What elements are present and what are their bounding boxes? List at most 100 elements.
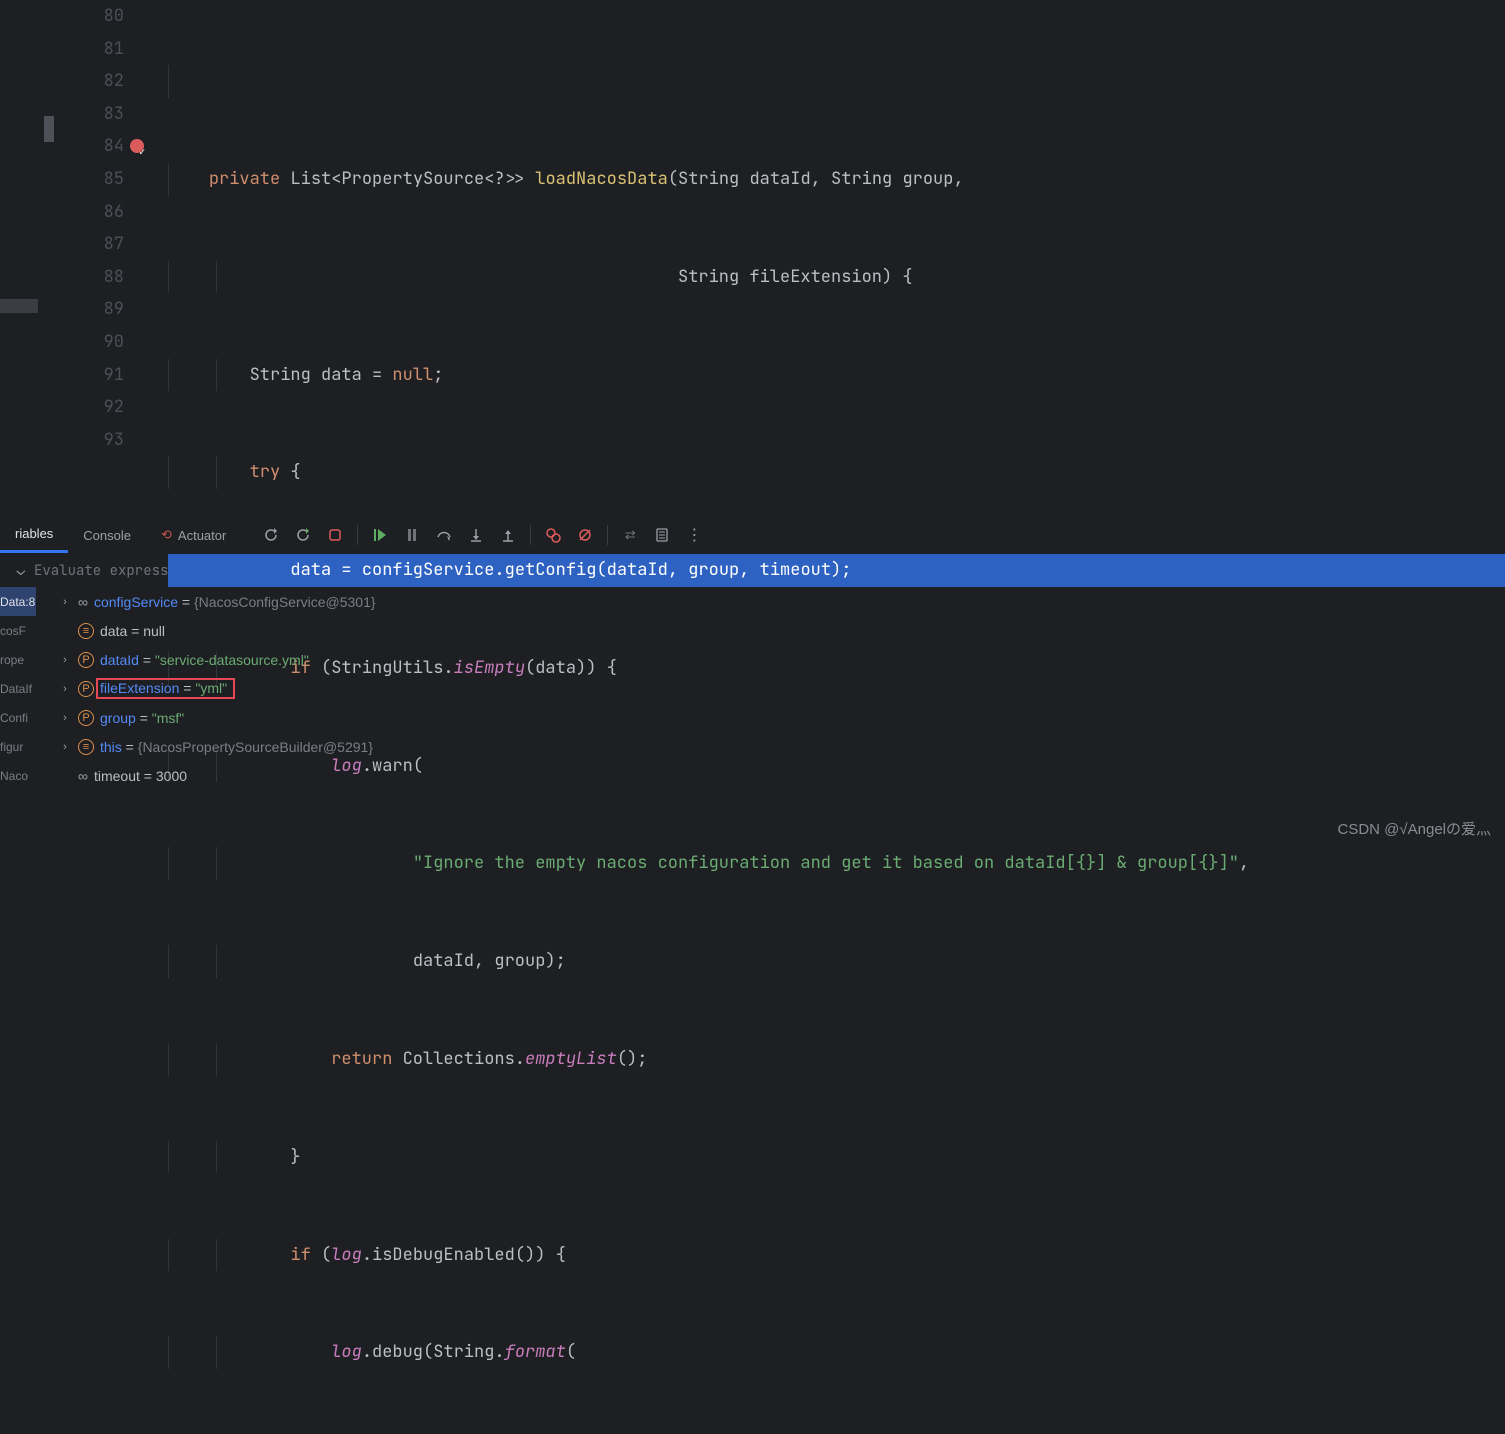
variable-row[interactable]: › ≡ this = {NacosPropertySourceBuilder@529… bbox=[50, 732, 1505, 761]
field-icon: ≡ bbox=[78, 739, 94, 755]
variable-name: data bbox=[100, 623, 127, 639]
parameter-icon: P bbox=[78, 710, 94, 726]
separator bbox=[530, 525, 531, 545]
code-editor[interactable]: 80 81 82 83 84 85 86 87 88 89 90 91 92 9… bbox=[0, 0, 1505, 456]
code-line: if (log.isDebugEnabled()) { bbox=[168, 1239, 1505, 1272]
code-area[interactable]: private List<PropertySource<?>> loadNaco… bbox=[168, 0, 1505, 456]
calculator-button[interactable] bbox=[649, 522, 675, 548]
variable-row[interactable]: › PdataId = "service-datasource.yml" bbox=[50, 645, 1505, 674]
line-number: 82 bbox=[56, 65, 124, 98]
chevron-down-icon[interactable]: ⌄ bbox=[8, 562, 34, 580]
code-line: dataId, group); bbox=[168, 945, 1505, 978]
expand-icon[interactable]: › bbox=[58, 712, 72, 724]
expand-icon[interactable]: › bbox=[58, 654, 72, 666]
glasses-icon: ∞ bbox=[78, 768, 88, 784]
settings-button[interactable]: ⇄ bbox=[617, 522, 643, 548]
field-icon: ≡ bbox=[78, 623, 94, 639]
code-line: private List<PropertySource<?>> loadNaco… bbox=[168, 163, 1505, 196]
line-number: 91 bbox=[56, 359, 124, 392]
line-number: 89 bbox=[56, 293, 124, 326]
code-line: log.debug(String.format( bbox=[168, 1336, 1505, 1369]
step-out-button[interactable] bbox=[495, 522, 521, 548]
frame-item[interactable]: Data:8 bbox=[0, 587, 36, 616]
line-number: 90 bbox=[56, 326, 124, 359]
line-number-breakpoint[interactable]: 85 bbox=[56, 163, 124, 196]
resume-button[interactable] bbox=[367, 522, 393, 548]
expand-icon[interactable]: › bbox=[58, 683, 72, 695]
line-number: 87 bbox=[56, 228, 124, 261]
code-line: } bbox=[168, 1141, 1505, 1174]
line-number: 93 bbox=[56, 424, 124, 457]
frame-item[interactable]: figur bbox=[0, 732, 36, 761]
variable-value: null bbox=[143, 623, 165, 639]
mute-breakpoints-button[interactable] bbox=[572, 522, 598, 548]
variable-name: fileExtension bbox=[100, 680, 179, 696]
view-breakpoints-button[interactable] bbox=[540, 522, 566, 548]
frame-item[interactable]: DataIf bbox=[0, 674, 36, 703]
line-number: 81 bbox=[56, 33, 124, 66]
equals-sign: = bbox=[136, 710, 152, 726]
line-number: 83 bbox=[56, 98, 124, 131]
frame-item[interactable]: Confi bbox=[0, 703, 36, 732]
variable-value: {NacosConfigService@5301} bbox=[194, 594, 376, 610]
variable-row[interactable]: ›Pgroup = "msf" bbox=[50, 703, 1505, 732]
line-number: 86 bbox=[56, 196, 124, 229]
glasses-icon: ∞ bbox=[78, 594, 88, 610]
equals-sign: = bbox=[139, 652, 155, 668]
rerun-button[interactable] bbox=[258, 522, 284, 548]
variable-name: this bbox=[100, 739, 122, 755]
line-number: 88 bbox=[56, 261, 124, 294]
step-over-button[interactable] bbox=[431, 522, 457, 548]
variable-name: dataId bbox=[100, 652, 139, 668]
line-number: 84 bbox=[56, 130, 124, 163]
code-line: String data = null; bbox=[168, 359, 1505, 392]
code-line: try { bbox=[168, 456, 1505, 489]
variable-value: "yml" bbox=[195, 680, 227, 696]
equals-sign: = bbox=[140, 768, 156, 784]
parameter-icon: P bbox=[78, 681, 94, 697]
equals-sign: = bbox=[122, 739, 138, 755]
variable-row[interactable]: › PfileExtension = "yml" bbox=[50, 674, 1505, 703]
tab-actuator[interactable]: ⟲Actuator bbox=[146, 517, 241, 553]
rerun-modified-button[interactable] bbox=[290, 522, 316, 548]
frames-list[interactable]: Data:8cosFropeDataIfConfifigurNacoction bbox=[0, 587, 36, 790]
code-line-current: data = configService.getConfig(dataId, g… bbox=[168, 554, 1505, 587]
change-marker bbox=[0, 299, 38, 313]
step-into-button[interactable] bbox=[463, 522, 489, 548]
equals-sign: = bbox=[179, 680, 195, 696]
line-number: 80 bbox=[56, 0, 124, 33]
variable-name: configService bbox=[94, 594, 178, 610]
parameter-icon: P bbox=[78, 652, 94, 668]
variable-name: timeout bbox=[94, 768, 140, 784]
watermark: CSDN @√Angelの爱灬 bbox=[1338, 818, 1492, 839]
variable-value: {NacosPropertySourceBuilder@5291} bbox=[138, 739, 373, 755]
separator bbox=[607, 525, 608, 545]
variable-value: "msf" bbox=[152, 710, 185, 726]
variable-row[interactable]: ≡ data = null bbox=[50, 616, 1505, 645]
tab-variables[interactable]: riables bbox=[0, 517, 68, 553]
variable-value: 3000 bbox=[156, 768, 187, 784]
code-line: return Collections.emptyList(); bbox=[168, 1043, 1505, 1076]
variable-row[interactable]: › ∞ configService = {NacosConfigService@53… bbox=[50, 587, 1505, 616]
code-line: String fileExtension) { bbox=[168, 261, 1505, 294]
frame-item[interactable]: cosF bbox=[0, 616, 36, 645]
frame-item[interactable]: rope bbox=[0, 645, 36, 674]
equals-sign: = bbox=[127, 623, 143, 639]
line-number: 92 bbox=[56, 391, 124, 424]
expand-icon[interactable]: › bbox=[58, 596, 72, 608]
variables-tree[interactable]: Data:8cosFropeDataIfConfifigurNacoction … bbox=[0, 587, 1505, 790]
code-line: "Ignore the empty nacos configuration an… bbox=[168, 847, 1505, 880]
line-number-gutter[interactable]: 80 81 82 83 84 85 86 87 88 89 90 91 92 9… bbox=[56, 0, 168, 456]
code-line bbox=[168, 65, 1505, 98]
tab-console[interactable]: Console bbox=[68, 517, 146, 553]
more-button[interactable]: ⋮ bbox=[681, 522, 707, 548]
frame-item[interactable]: Naco bbox=[0, 761, 36, 790]
expand-icon[interactable]: › bbox=[58, 741, 72, 753]
editor-left-strip bbox=[0, 0, 56, 456]
stop-button[interactable] bbox=[322, 522, 348, 548]
variable-value: "service-datasource.yml" bbox=[155, 652, 309, 668]
change-marker bbox=[44, 116, 54, 142]
equals-sign: = bbox=[178, 594, 194, 610]
pause-button[interactable] bbox=[399, 522, 425, 548]
variable-row[interactable]: ∞ timeout = 3000 bbox=[50, 761, 1505, 790]
